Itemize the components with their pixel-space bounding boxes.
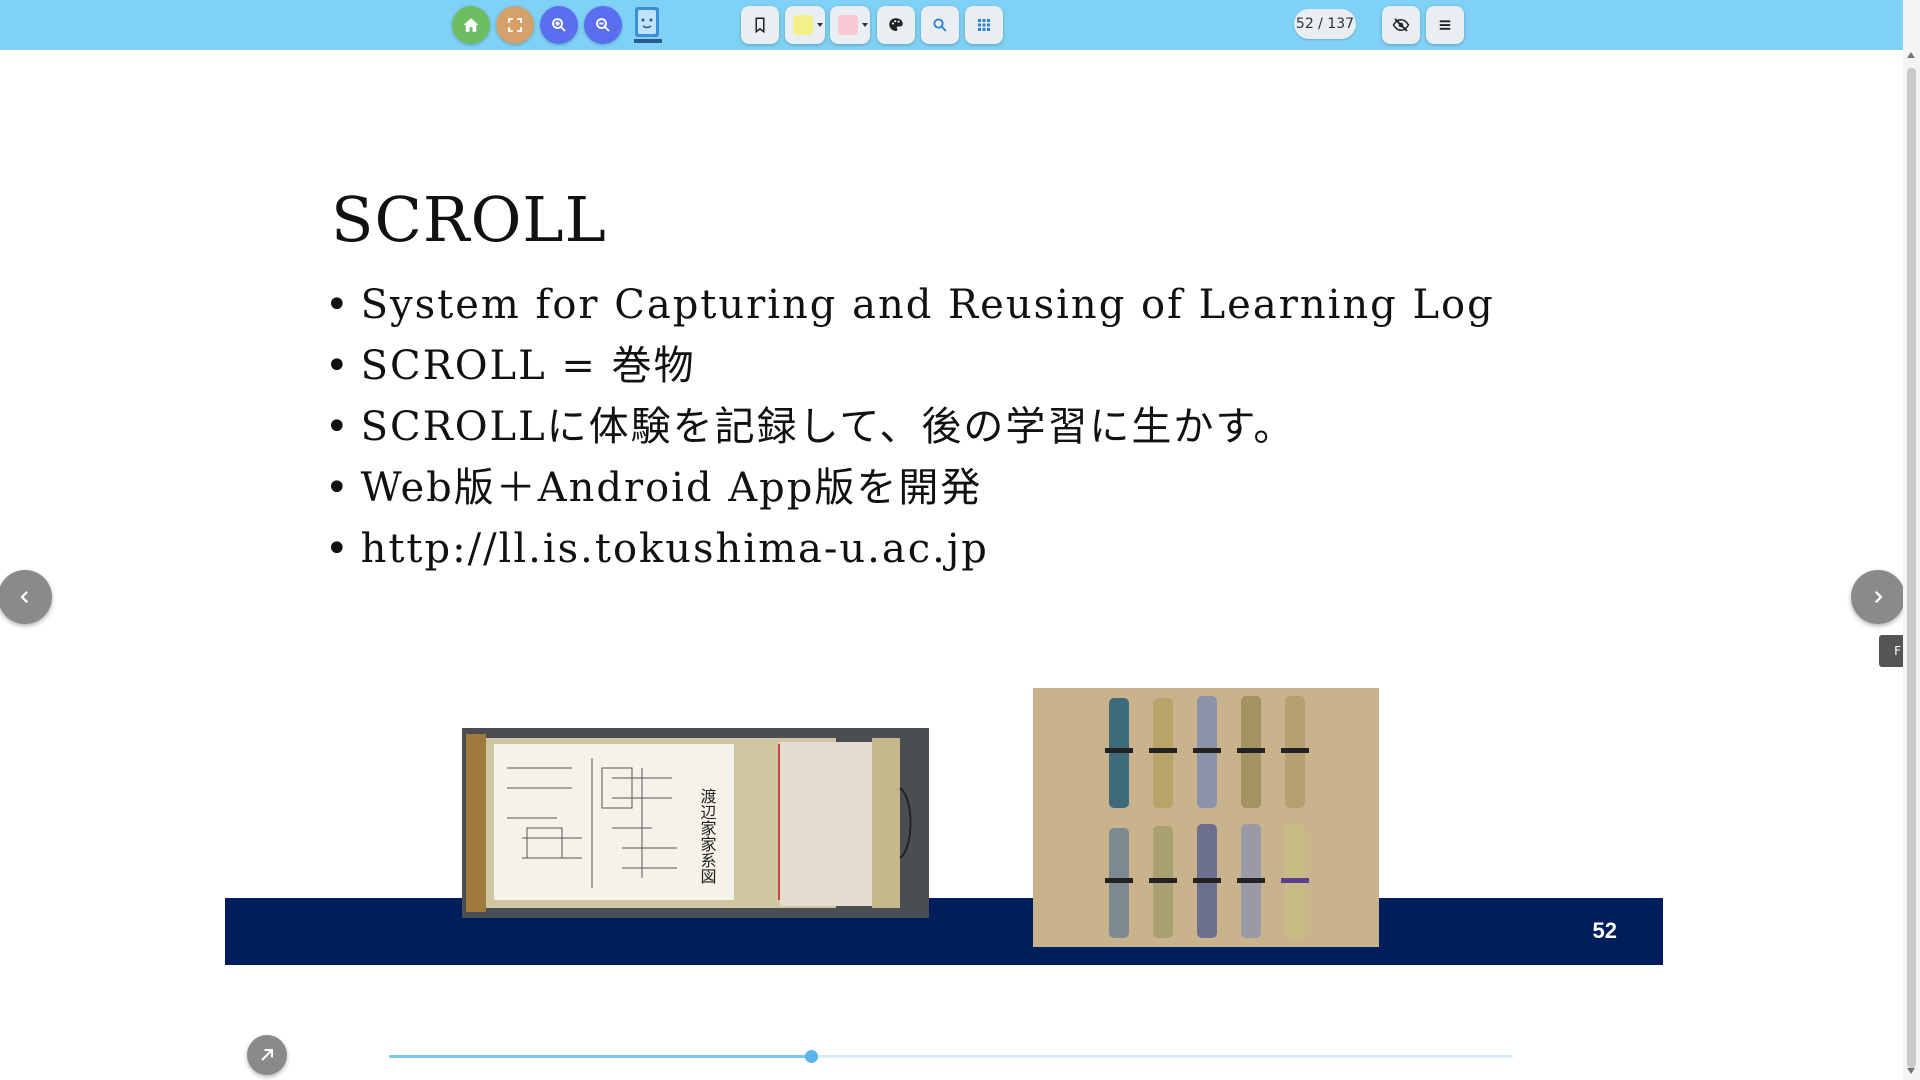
svg-text:渡辺家家系図: 渡辺家家系図 xyxy=(698,788,717,884)
bullet-item: SCROLLに体験を記録して、後の学習に生かす。 xyxy=(325,397,1495,458)
top-toolbar: 52 / 137 xyxy=(0,0,1903,50)
eraser-icon xyxy=(838,15,858,35)
zoom-in-button[interactable] xyxy=(540,6,578,44)
bookmark-button[interactable] xyxy=(741,6,779,44)
app-logo-icon xyxy=(630,4,666,46)
slide-page-number: 52 xyxy=(1592,918,1617,943)
slide-page: SCROLL System for Capturing and Reusing … xyxy=(225,95,1663,965)
home-icon xyxy=(463,18,479,32)
hanging-scroll-photo: 渡辺家家系図 xyxy=(462,728,929,918)
hide-toolbar-button[interactable] xyxy=(1382,6,1420,44)
zoom-in-icon xyxy=(552,18,566,32)
next-page-button[interactable] xyxy=(1851,570,1905,624)
expand-button[interactable] xyxy=(247,1035,287,1075)
bullet-item: Web版＋Android App版を開発 xyxy=(325,458,1495,519)
chevron-down-icon[interactable] xyxy=(817,23,823,27)
scroll-down-icon[interactable] xyxy=(1907,1068,1915,1074)
vertical-scrollbar[interactable] xyxy=(1903,0,1920,1080)
bullet-item: http://ll.is.tokushima-u.ac.jp xyxy=(325,519,1495,580)
fullscreen-button[interactable] xyxy=(496,6,534,44)
page-slider-handle[interactable] xyxy=(804,1050,818,1063)
fullscreen-icon xyxy=(508,18,522,32)
bullet-list: System for Capturing and Reusing of Lear… xyxy=(325,275,1495,580)
page-slider-fill xyxy=(389,1055,811,1058)
viewer-app: 52 / 137 SCROLL System for Capturing and… xyxy=(0,0,1920,1080)
chevron-down-icon[interactable] xyxy=(862,23,868,27)
zoom-out-icon xyxy=(596,18,610,32)
scroll-up-icon[interactable] xyxy=(1907,52,1915,58)
rolled-scrolls-photo xyxy=(1033,688,1379,947)
eraser-button[interactable] xyxy=(830,6,870,44)
chevron-left-icon xyxy=(20,590,29,604)
chevron-right-icon xyxy=(1874,590,1883,604)
bullet-item: System for Capturing and Reusing of Lear… xyxy=(325,275,1495,336)
palette-icon xyxy=(889,18,903,31)
grid-icon xyxy=(978,19,990,31)
page-counter[interactable]: 52 / 137 xyxy=(1294,9,1356,39)
bookmark-icon xyxy=(755,17,765,34)
highlighter-button[interactable] xyxy=(785,6,825,44)
bullet-item: SCROLL = 巻物 xyxy=(325,336,1495,397)
palette-button[interactable] xyxy=(877,6,915,44)
home-button[interactable] xyxy=(452,6,490,44)
menu-icon xyxy=(1439,20,1451,30)
hide-icon xyxy=(1392,18,1410,32)
grid-view-button[interactable] xyxy=(965,6,1003,44)
scroll-thumb[interactable] xyxy=(1907,68,1916,1068)
page-slider[interactable] xyxy=(389,1050,1513,1063)
side-panel-tab[interactable]: F xyxy=(1879,635,1903,667)
zoom-out-button[interactable] xyxy=(584,6,622,44)
menu-button[interactable] xyxy=(1426,6,1464,44)
highlighter-icon xyxy=(793,15,813,35)
search-button[interactable] xyxy=(921,6,959,44)
search-icon xyxy=(933,18,947,32)
arrow-up-right-icon xyxy=(261,1048,274,1061)
slide-title: SCROLL xyxy=(331,183,607,256)
slide-footer-band: 52 xyxy=(225,898,1663,965)
previous-page-button[interactable] xyxy=(0,570,52,624)
